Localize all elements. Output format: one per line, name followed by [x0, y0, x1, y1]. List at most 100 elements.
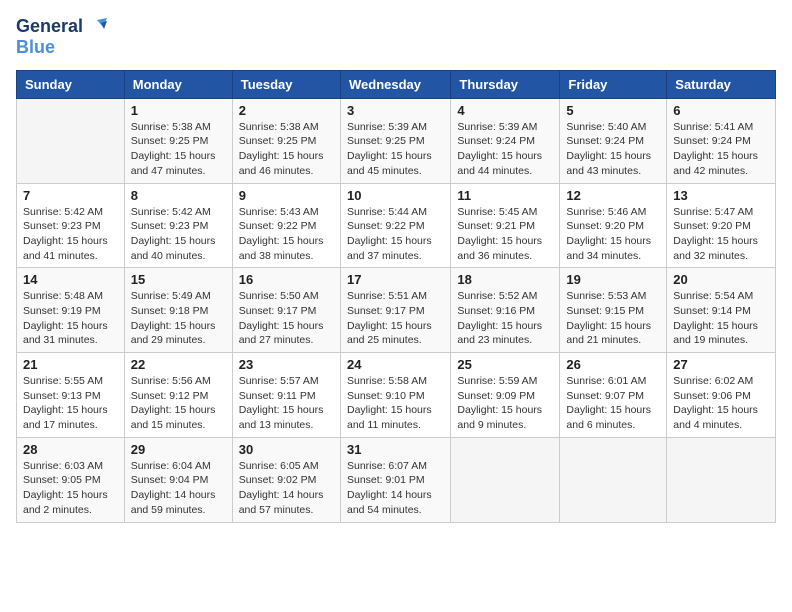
day-cell: 6Sunrise: 5:41 AM Sunset: 9:24 PM Daylig…: [667, 98, 776, 183]
day-content: Sunrise: 5:49 AM Sunset: 9:18 PM Dayligh…: [131, 289, 226, 348]
logo-image: General Blue: [16, 16, 107, 58]
day-content: Sunrise: 5:42 AM Sunset: 9:23 PM Dayligh…: [23, 205, 118, 264]
day-number: 30: [239, 442, 334, 457]
day-number: 28: [23, 442, 118, 457]
day-number: 24: [347, 357, 444, 372]
day-cell: 15 Sunrise: 5:49 AM Sunset: 9:18 PM Dayli…: [124, 268, 232, 353]
day-number: 2: [239, 103, 334, 118]
day-content: Sunrise: 5:57 AM Sunset: 9:11 PM Dayligh…: [239, 374, 334, 433]
day-content: Sunrise: 5:42 AM Sunset: 9:23 PM Dayligh…: [131, 205, 226, 264]
day-content: Sunrise: 6:01 AM Sunset: 9:07 PM Dayligh…: [566, 374, 660, 433]
day-content: Sunrise: 6:02 AM Sunset: 9:06 PM Dayligh…: [673, 374, 769, 433]
day-number: 21: [23, 357, 118, 372]
day-content: Sunrise: 6:07 AM Sunset: 9:01 PM Dayligh…: [347, 459, 444, 518]
day-cell: 23 Sunrise: 5:57 AM Sunset: 9:11 PM Dayli…: [232, 353, 340, 438]
day-cell: 18 Sunrise: 5:52 AM Sunset: 9:16 PM Dayli…: [451, 268, 560, 353]
day-content: Sunrise: 5:58 AM Sunset: 9:10 PM Dayligh…: [347, 374, 444, 433]
day-content: Sunrise: 5:40 AM Sunset: 9:24 PM Dayligh…: [566, 120, 660, 179]
day-cell: [667, 437, 776, 522]
day-number: 23: [239, 357, 334, 372]
day-content: Sunrise: 6:04 AM Sunset: 9:04 PM Dayligh…: [131, 459, 226, 518]
day-number: 3: [347, 103, 444, 118]
day-cell: [17, 98, 125, 183]
day-cell: 5 Sunrise: 5:40 AM Sunset: 9:24 PM Daylig…: [560, 98, 667, 183]
day-cell: 27 Sunrise: 6:02 AM Sunset: 9:06 PM Dayli…: [667, 353, 776, 438]
day-cell: 19Sunrise: 5:53 AM Sunset: 9:15 PM Dayli…: [560, 268, 667, 353]
calendar-table: SundayMondayTuesdayWednesdayThursdayFrid…: [16, 70, 776, 523]
day-content: Sunrise: 5:39 AM Sunset: 9:24 PM Dayligh…: [457, 120, 553, 179]
day-cell: 7Sunrise: 5:42 AM Sunset: 9:23 PM Daylig…: [17, 183, 125, 268]
day-number: 26: [566, 357, 660, 372]
day-number: 27: [673, 357, 769, 372]
day-cell: [560, 437, 667, 522]
header-row: SundayMondayTuesdayWednesdayThursdayFrid…: [17, 70, 776, 98]
day-cell: 30 Sunrise: 6:05 AM Sunset: 9:02 PM Dayli…: [232, 437, 340, 522]
logo-general: General: [16, 17, 83, 37]
day-cell: 22 Sunrise: 5:56 AM Sunset: 9:12 PM Dayli…: [124, 353, 232, 438]
day-number: 12: [566, 188, 660, 203]
day-number: 18: [457, 272, 553, 287]
logo-bird-icon: [85, 16, 107, 38]
day-content: Sunrise: 5:55 AM Sunset: 9:13 PM Dayligh…: [23, 374, 118, 433]
day-cell: 25Sunrise: 5:59 AM Sunset: 9:09 PM Dayli…: [451, 353, 560, 438]
week-row-4: 21 Sunrise: 5:55 AM Sunset: 9:13 PM Dayli…: [17, 353, 776, 438]
day-content: Sunrise: 5:47 AM Sunset: 9:20 PM Dayligh…: [673, 205, 769, 264]
column-header-monday: Monday: [124, 70, 232, 98]
calendar-body: 1Sunrise: 5:38 AM Sunset: 9:25 PM Daylig…: [17, 98, 776, 522]
day-number: 31: [347, 442, 444, 457]
day-content: Sunrise: 5:44 AM Sunset: 9:22 PM Dayligh…: [347, 205, 444, 264]
day-cell: 31 Sunrise: 6:07 AM Sunset: 9:01 PM Dayli…: [340, 437, 450, 522]
day-content: Sunrise: 6:05 AM Sunset: 9:02 PM Dayligh…: [239, 459, 334, 518]
day-number: 4: [457, 103, 553, 118]
logo-blue: Blue: [16, 38, 55, 58]
day-number: 16: [239, 272, 334, 287]
day-cell: 4 Sunrise: 5:39 AM Sunset: 9:24 PM Daylig…: [451, 98, 560, 183]
day-content: Sunrise: 5:43 AM Sunset: 9:22 PM Dayligh…: [239, 205, 334, 264]
day-content: Sunrise: 5:51 AM Sunset: 9:17 PM Dayligh…: [347, 289, 444, 348]
day-cell: 3 Sunrise: 5:39 AM Sunset: 9:25 PM Daylig…: [340, 98, 450, 183]
day-cell: 28 Sunrise: 6:03 AM Sunset: 9:05 PM Dayli…: [17, 437, 125, 522]
day-number: 29: [131, 442, 226, 457]
day-number: 5: [566, 103, 660, 118]
column-header-friday: Friday: [560, 70, 667, 98]
week-row-1: 1Sunrise: 5:38 AM Sunset: 9:25 PM Daylig…: [17, 98, 776, 183]
day-number: 8: [131, 188, 226, 203]
day-cell: 16 Sunrise: 5:50 AM Sunset: 9:17 PM Dayli…: [232, 268, 340, 353]
column-header-tuesday: Tuesday: [232, 70, 340, 98]
week-row-2: 7Sunrise: 5:42 AM Sunset: 9:23 PM Daylig…: [17, 183, 776, 268]
day-content: Sunrise: 5:52 AM Sunset: 9:16 PM Dayligh…: [457, 289, 553, 348]
day-cell: 13Sunrise: 5:47 AM Sunset: 9:20 PM Dayli…: [667, 183, 776, 268]
day-content: Sunrise: 5:48 AM Sunset: 9:19 PM Dayligh…: [23, 289, 118, 348]
day-cell: 14 Sunrise: 5:48 AM Sunset: 9:19 PM Dayli…: [17, 268, 125, 353]
day-content: Sunrise: 5:50 AM Sunset: 9:17 PM Dayligh…: [239, 289, 334, 348]
day-cell: 8 Sunrise: 5:42 AM Sunset: 9:23 PM Daylig…: [124, 183, 232, 268]
day-number: 15: [131, 272, 226, 287]
day-cell: 9 Sunrise: 5:43 AM Sunset: 9:22 PM Daylig…: [232, 183, 340, 268]
day-content: Sunrise: 5:53 AM Sunset: 9:15 PM Dayligh…: [566, 289, 660, 348]
day-cell: 26 Sunrise: 6:01 AM Sunset: 9:07 PM Dayli…: [560, 353, 667, 438]
day-number: 17: [347, 272, 444, 287]
column-header-wednesday: Wednesday: [340, 70, 450, 98]
day-number: 1: [131, 103, 226, 118]
day-number: 22: [131, 357, 226, 372]
day-number: 11: [457, 188, 553, 203]
day-cell: 29 Sunrise: 6:04 AM Sunset: 9:04 PM Dayli…: [124, 437, 232, 522]
day-content: Sunrise: 5:39 AM Sunset: 9:25 PM Dayligh…: [347, 120, 444, 179]
day-cell: 1Sunrise: 5:38 AM Sunset: 9:25 PM Daylig…: [124, 98, 232, 183]
day-number: 20: [673, 272, 769, 287]
day-number: 25: [457, 357, 553, 372]
week-row-5: 28 Sunrise: 6:03 AM Sunset: 9:05 PM Dayli…: [17, 437, 776, 522]
day-number: 14: [23, 272, 118, 287]
logo: General Blue: [16, 16, 107, 58]
day-number: 10: [347, 188, 444, 203]
day-cell: 10 Sunrise: 5:44 AM Sunset: 9:22 PM Dayli…: [340, 183, 450, 268]
day-content: Sunrise: 5:46 AM Sunset: 9:20 PM Dayligh…: [566, 205, 660, 264]
day-cell: 2Sunrise: 5:38 AM Sunset: 9:25 PM Daylig…: [232, 98, 340, 183]
day-content: Sunrise: 6:03 AM Sunset: 9:05 PM Dayligh…: [23, 459, 118, 518]
day-number: 6: [673, 103, 769, 118]
day-cell: 12 Sunrise: 5:46 AM Sunset: 9:20 PM Dayli…: [560, 183, 667, 268]
day-number: 9: [239, 188, 334, 203]
day-cell: 21 Sunrise: 5:55 AM Sunset: 9:13 PM Dayli…: [17, 353, 125, 438]
day-content: Sunrise: 5:56 AM Sunset: 9:12 PM Dayligh…: [131, 374, 226, 433]
page-header: General Blue: [16, 16, 776, 58]
